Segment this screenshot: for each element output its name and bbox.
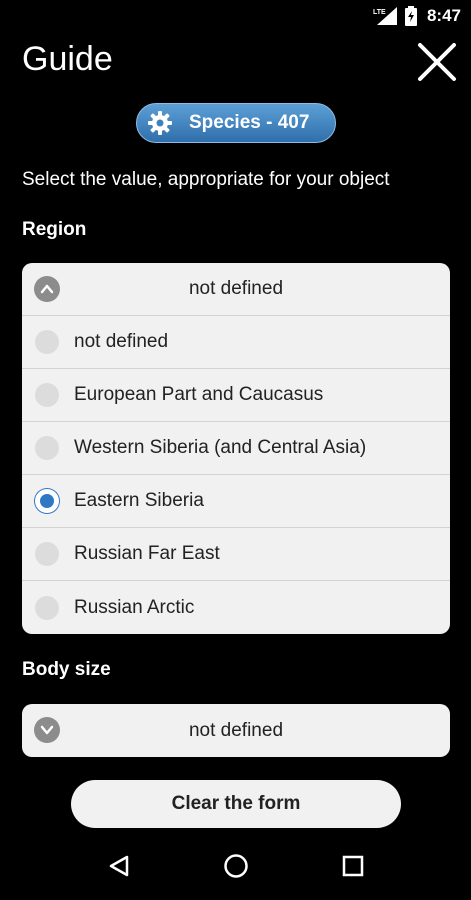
page-title: Guide [22, 40, 113, 78]
body-size-dropdown-header[interactable]: not defined [22, 704, 450, 757]
region-option[interactable]: Russian Far East [22, 528, 450, 581]
network-label: LTE [373, 9, 386, 16]
body-size-selected-value: not defined [188, 719, 284, 741]
navigation-bar [0, 832, 471, 900]
radio-button[interactable] [35, 330, 59, 354]
back-triangle-icon [109, 855, 128, 877]
recents-square-icon [342, 855, 363, 877]
clock: 8:47 [426, 6, 461, 25]
option-label: Russian Far East [74, 543, 220, 564]
radio-button[interactable] [35, 595, 59, 620]
body-size-dropdown: not defined [22, 704, 450, 757]
region-dropdown-header[interactable]: not defined [22, 263, 450, 316]
body-size-label: Body size [22, 659, 111, 680]
region-selected-value: not defined [188, 278, 284, 299]
region-label: Region [22, 219, 87, 240]
region-dropdown: not defined not defined European Part an… [22, 263, 450, 634]
gear-icon [148, 111, 172, 135]
screen: LTE 8:47 Guide Species - 407 Select the … [0, 0, 471, 900]
battery-icon [404, 6, 417, 26]
back-button[interactable] [99, 846, 139, 886]
home-circle-icon [223, 854, 248, 878]
option-label: Eastern Siberia [74, 490, 204, 511]
home-button[interactable] [216, 846, 256, 886]
instruction-text: Select the value, appropriate for your o… [22, 169, 390, 190]
option-label: Western Siberia (and Central Asia) [74, 437, 367, 458]
radio-button[interactable] [35, 542, 59, 566]
region-option[interactable]: European Part and Caucasus [22, 369, 450, 422]
chevron-up-icon [34, 276, 60, 302]
species-label: Species - 407 [189, 112, 310, 133]
option-label: not defined [74, 331, 169, 352]
region-option[interactable]: not defined [22, 316, 450, 369]
radio-button[interactable] [35, 383, 59, 407]
region-option[interactable]: Russian Arctic [22, 581, 450, 634]
lte-signal-icon: LTE [373, 7, 397, 25]
region-option[interactable]: Eastern Siberia [22, 475, 450, 528]
status-bar: LTE 8:47 [0, 0, 471, 32]
chevron-down-icon [34, 717, 60, 743]
clear-form-button[interactable]: Clear the form [71, 780, 401, 828]
close-icon [418, 43, 456, 81]
recents-button[interactable] [333, 846, 373, 886]
radio-button[interactable] [35, 436, 59, 460]
radio-button-selected[interactable] [35, 489, 59, 513]
region-option[interactable]: Western Siberia (and Central Asia) [22, 422, 450, 475]
option-label: Russian Arctic [74, 596, 195, 618]
species-button[interactable]: Species - 407 [136, 103, 336, 143]
option-label: European Part and Caucasus [74, 384, 324, 405]
close-button[interactable] [417, 42, 457, 82]
header: Guide [0, 36, 471, 86]
